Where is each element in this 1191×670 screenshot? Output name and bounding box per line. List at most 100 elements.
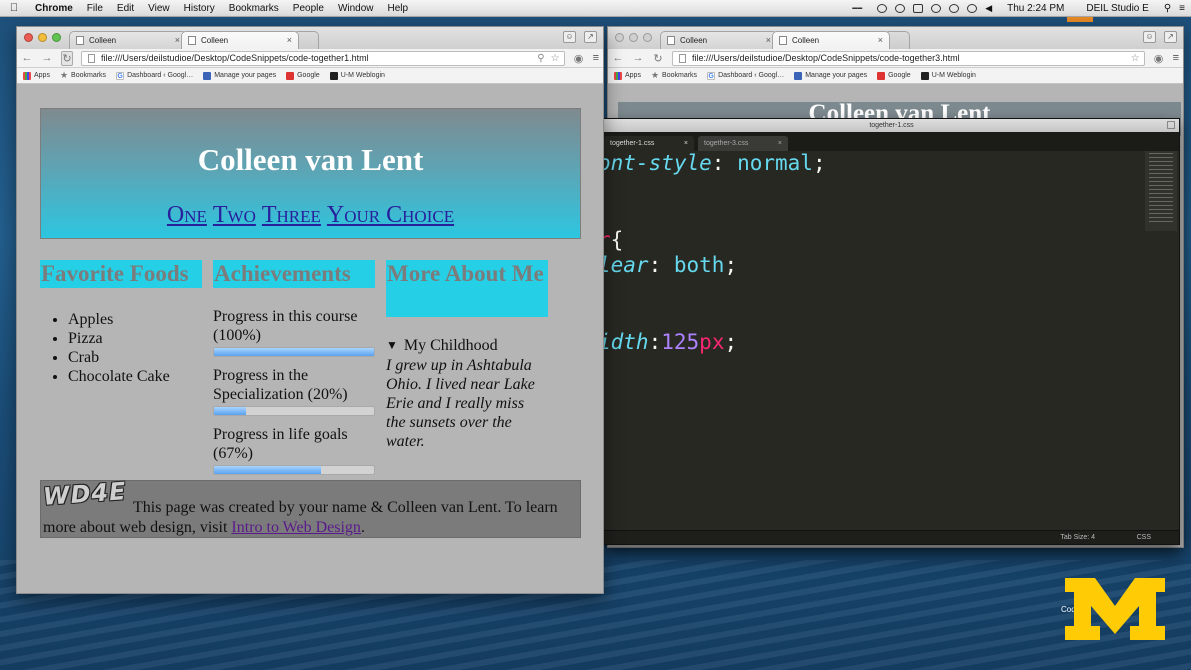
browser-tab-active[interactable]: Colleen × (772, 31, 890, 49)
address-bar[interactable]: file:///Users/deilstudioe/Desktop/CodeSn… (81, 50, 565, 66)
bookmark-apps[interactable]: Apps (614, 71, 641, 80)
system-monitor-icon[interactable]: ▬▬ (845, 6, 869, 11)
code-line[interactable]: ont-style: normal; (604, 151, 1146, 177)
pin-icon[interactable] (877, 4, 888, 13)
code-line[interactable]: idth:125px; (604, 329, 1146, 356)
page-info-icon[interactable] (88, 53, 95, 63)
close-tab-icon[interactable]: × (766, 35, 771, 45)
close-tab-icon[interactable]: × (175, 35, 180, 45)
menu-window[interactable]: Window (331, 3, 381, 14)
minimap[interactable] (1149, 153, 1173, 223)
menu-help[interactable]: Help (381, 3, 416, 14)
details-toggle[interactable]: ▼ My Childhood (386, 336, 548, 355)
tab-size-indicator[interactable]: Tab Size: 4 (1060, 534, 1095, 541)
code-line[interactable]: lear: both; (604, 253, 1146, 279)
close-tab-icon[interactable]: × (287, 35, 292, 45)
bookmark-google[interactable]: Google (877, 71, 911, 80)
close-tab-icon[interactable]: × (684, 140, 688, 147)
airplay-icon[interactable] (913, 4, 924, 13)
close-tab-icon[interactable]: × (878, 35, 883, 45)
nav-link-two[interactable]: Two (213, 202, 256, 229)
spotlight-search-icon[interactable]: ⚲ (1164, 3, 1171, 14)
bookmark-dashboard[interactable]: G Dashboard ‹ Googl… (707, 71, 784, 80)
address-bar[interactable]: file:///Users/deilstudioe/Desktop/CodeSn… (672, 50, 1145, 66)
nav-link-one[interactable]: One (167, 202, 207, 229)
close-tab-icon[interactable]: × (778, 140, 782, 147)
zoom-window-button[interactable] (52, 33, 61, 42)
menubar-user[interactable]: DEIL Studio E (1079, 3, 1155, 14)
browser-tab[interactable]: Colleen × (660, 31, 778, 49)
code-area[interactable]: ont-style: normal; r{lear: both; idth:125p… (604, 151, 1146, 356)
page-info-icon[interactable] (679, 53, 686, 63)
pages-icon (794, 71, 803, 80)
back-icon[interactable]: ← (21, 52, 33, 64)
progress-label: Progress in the Specialization (20%) (213, 367, 348, 403)
menu-people[interactable]: People (286, 3, 331, 14)
forward-icon[interactable]: → (632, 52, 644, 64)
bookmark-apps[interactable]: Apps (23, 71, 50, 80)
back-icon[interactable]: ← (612, 52, 624, 64)
code-token: r (604, 228, 611, 252)
code-line[interactable]: r{ (604, 228, 1146, 254)
bookmark-manage-pages[interactable]: Manage your pages (203, 71, 276, 80)
volume-icon[interactable]: ◀ (985, 3, 992, 14)
bookmark-umich[interactable]: U-M Weblogin (920, 71, 976, 80)
menu-file[interactable]: File (80, 3, 110, 14)
editor-tab[interactable]: together-3.css × (698, 136, 788, 151)
editor-tab-active[interactable]: together-1.css × (604, 136, 694, 151)
syntax-indicator[interactable]: CSS (1137, 534, 1151, 541)
zoom-window-button[interactable] (643, 33, 652, 42)
fullscreen-icon[interactable]: ↗ (1164, 31, 1177, 43)
menu-edit[interactable]: Edit (110, 3, 141, 14)
profile-icon[interactable]: ☺ (563, 31, 576, 43)
code-line[interactable] (604, 177, 1146, 203)
browser-toolbar: ← → ↻ file:///Users/deilstudioe/Desktop/… (17, 49, 603, 68)
profile-icon[interactable]: ☺ (1143, 31, 1156, 43)
page-header: Colleen van Lent One Two Three Your Choi… (40, 108, 581, 239)
bookmark-google[interactable]: Google (286, 71, 320, 80)
bookmark-bookmarks[interactable]: ★ Bookmarks (651, 70, 697, 81)
code-line[interactable] (604, 304, 1146, 330)
reload-icon[interactable]: ↻ (61, 50, 73, 66)
extension-icon[interactable]: ◉ (1153, 52, 1165, 65)
bookmark-star-icon[interactable]: ☆ (551, 53, 560, 64)
bookmark-bookmarks[interactable]: ★ Bookmarks (60, 70, 106, 81)
bookmark-umich[interactable]: U-M Weblogin (329, 71, 385, 80)
sync-icon[interactable] (895, 4, 906, 13)
close-window-button[interactable] (615, 33, 624, 42)
browser-tab-active[interactable]: Colleen × (181, 31, 299, 49)
app-menu[interactable]: Chrome (28, 3, 80, 14)
fullscreen-icon[interactable] (1167, 121, 1175, 129)
bookmark-manage-pages[interactable]: Manage your pages (794, 71, 867, 80)
menu-history[interactable]: History (177, 3, 222, 14)
nav-link-your-choice[interactable]: Your Choice (327, 202, 454, 229)
browser-tab[interactable]: Colleen × (69, 31, 187, 49)
extension-icon[interactable]: ◉ (573, 52, 585, 65)
menu-bookmarks[interactable]: Bookmarks (222, 3, 286, 14)
minimize-window-button[interactable] (629, 33, 638, 42)
nav-link-three[interactable]: Three (262, 202, 321, 229)
minimize-window-button[interactable] (38, 33, 47, 42)
chrome-menu-icon[interactable]: ≡ (593, 52, 599, 64)
reload-icon[interactable]: ↻ (652, 52, 664, 65)
chrome-menu-icon[interactable]: ≡ (1173, 52, 1179, 64)
fullscreen-icon[interactable]: ↗ (584, 31, 597, 43)
apple-menu-icon[interactable]:  (0, 2, 28, 14)
bookmark-star-icon[interactable]: ☆ (1131, 53, 1140, 64)
menu-view[interactable]: View (141, 3, 177, 14)
achievements-column: Achievements Progress in this course (10… (213, 260, 375, 475)
forward-icon[interactable]: → (41, 52, 53, 64)
block-m-logo (1065, 578, 1165, 640)
code-line[interactable] (604, 279, 1146, 305)
bluetooth-icon[interactable] (949, 4, 960, 13)
wifi-icon[interactable] (967, 4, 978, 13)
intro-web-design-link[interactable]: Intro to Web Design (231, 519, 361, 536)
bookmark-dashboard[interactable]: G Dashboard ‹ Googl… (116, 71, 193, 80)
zoom-icon[interactable]: ⚲ (537, 53, 544, 64)
notification-center-icon[interactable]: ≡ (1179, 3, 1185, 14)
time-machine-icon[interactable] (931, 4, 942, 13)
menubar-clock[interactable]: Thu 2:24 PM (1000, 3, 1071, 14)
code-token: 125 (661, 329, 700, 354)
code-line[interactable] (604, 202, 1146, 228)
close-window-button[interactable] (24, 33, 33, 42)
